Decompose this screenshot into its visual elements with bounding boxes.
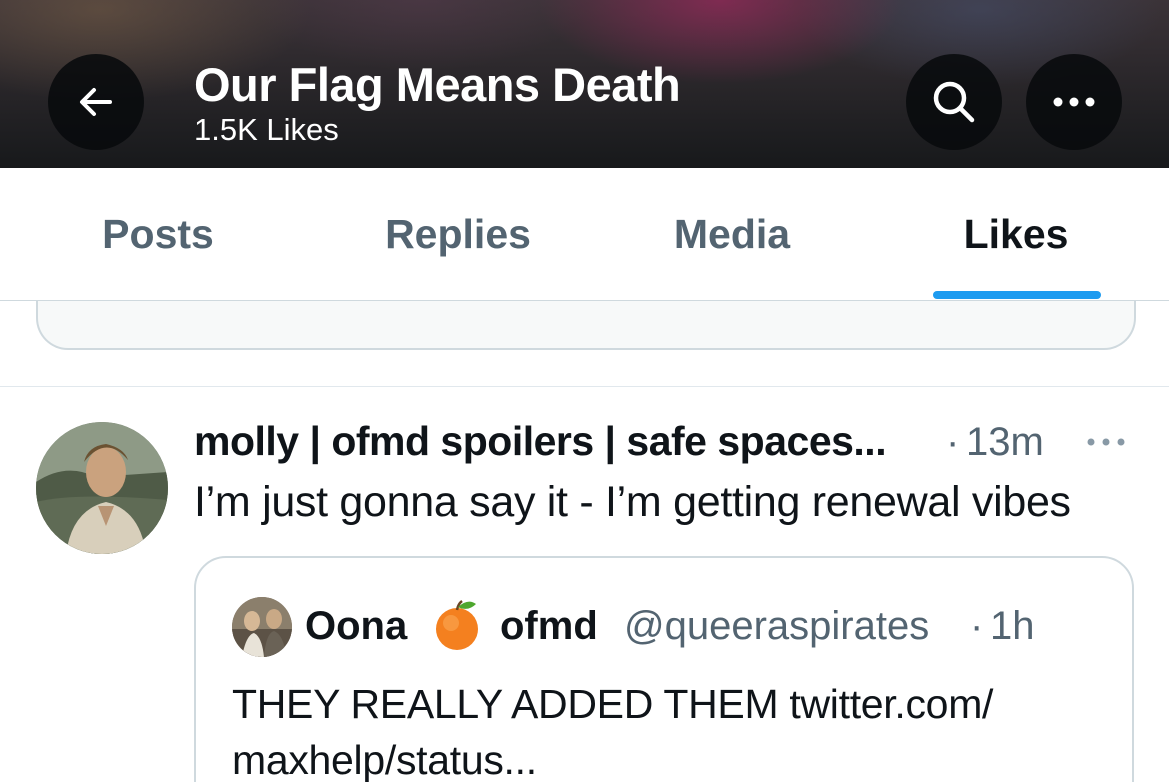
avatar[interactable] — [36, 422, 168, 554]
search-icon — [933, 81, 975, 123]
tab-replies[interactable]: Replies — [338, 168, 578, 300]
quoted-avatar-photo — [232, 597, 292, 657]
tweet-author-name[interactable]: molly | ofmd spoilers | safe spaces... — [194, 418, 887, 465]
more-horizontal-icon — [1087, 438, 1125, 446]
quoted-timestamp[interactable]: 1h — [990, 604, 1035, 649]
profile-tabs: Posts Replies Media Likes — [0, 168, 1169, 301]
arrow-left-icon — [80, 88, 112, 116]
quoted-author-name[interactable]: Oona — [305, 604, 407, 649]
search-button[interactable] — [906, 54, 1002, 150]
tweet-text: I’m just gonna say it - I’m getting rene… — [194, 478, 1071, 526]
quoted-author-handle[interactable]: @queeraspirates — [624, 604, 929, 649]
profile-page: Our Flag Means Death 1.5K Likes Posts Re… — [0, 0, 1169, 782]
back-button[interactable] — [48, 54, 144, 150]
avatar-photo — [36, 422, 168, 554]
quoted-tweet-text: THEY REALLY ADDED THEM twitter.com/ maxh… — [232, 681, 994, 782]
likes-count: 1.5K Likes — [194, 112, 339, 147]
separator-dot: · — [946, 420, 960, 464]
tweet-more-button[interactable] — [1084, 424, 1128, 460]
tab-likes[interactable]: Likes — [896, 168, 1136, 300]
quoted-separator-dot: · — [970, 604, 984, 648]
quoted-author-name-suffix[interactable]: ofmd — [500, 604, 598, 649]
tweet-timestamp[interactable]: 13m — [966, 420, 1044, 465]
quoted-avatar[interactable] — [232, 597, 292, 657]
tab-posts[interactable]: Posts — [38, 168, 278, 300]
profile-header: Our Flag Means Death 1.5K Likes — [0, 0, 1169, 168]
more-horizontal-icon — [1053, 97, 1095, 107]
post-divider — [0, 386, 1169, 387]
tab-media[interactable]: Media — [612, 168, 852, 300]
profile-title: Our Flag Means Death — [194, 58, 681, 111]
more-options-button[interactable] — [1026, 54, 1122, 150]
orange-emoji-icon — [432, 598, 482, 652]
active-tab-indicator — [933, 291, 1101, 299]
